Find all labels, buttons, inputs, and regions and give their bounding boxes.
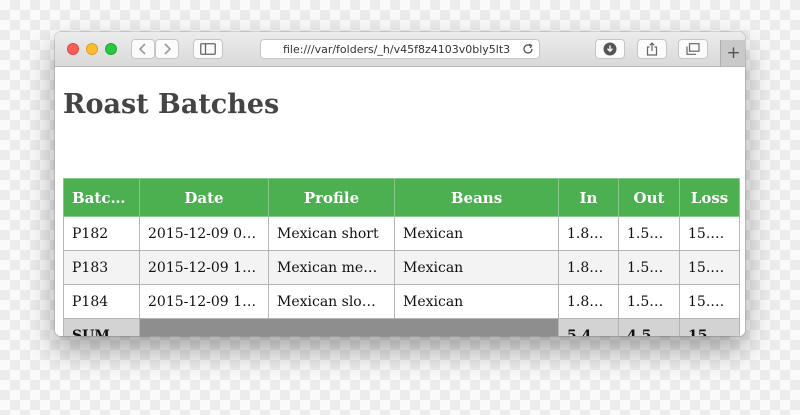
cell-loss: 15.2%	[679, 250, 740, 285]
back-button[interactable]	[131, 39, 155, 59]
cell-loss: 15.1%	[679, 216, 740, 251]
table-row[interactable]: P182 2015-12-09 09:57 Mexican short Mexi…	[63, 216, 740, 251]
share-icon	[646, 42, 658, 56]
cell-beans: Mexican	[394, 216, 559, 251]
downloads-button[interactable]	[595, 39, 625, 59]
column-header-date[interactable]: Date	[139, 178, 269, 217]
reload-icon	[523, 43, 533, 54]
minimize-window-button[interactable]	[86, 43, 98, 55]
batches-table: Batch Date Profile Beans In Out Loss P18…	[63, 178, 740, 336]
forward-button[interactable]	[155, 39, 179, 59]
cell-out: 1.52kg	[618, 284, 680, 319]
sum-loss: 15.3%	[679, 318, 740, 336]
sum-in: 5.40kg	[558, 318, 619, 336]
cell-out: 1.53kg	[618, 250, 680, 285]
cell-in: 1.80kg	[558, 250, 619, 285]
column-header-batch[interactable]: Batch	[63, 178, 140, 217]
cell-profile: Mexican slow/…	[268, 284, 395, 319]
table-row[interactable]: P184 2015-12-09 10:36 Mexican slow/… Mex…	[63, 284, 740, 319]
browser-window: file:///var/folders/_h/v45f8z4103v0bly5l…	[55, 32, 745, 336]
column-header-label: Batch	[72, 188, 122, 207]
browser-toolbar: file:///var/folders/_h/v45f8z4103v0bly5l…	[55, 32, 745, 67]
sidebar-button[interactable]	[193, 39, 223, 59]
sum-row: SUM 5.40kg 4.57kg 15.3%	[63, 318, 740, 336]
url-text: file:///var/folders/_h/v45f8z4103v0bly5l…	[283, 42, 511, 56]
plus-icon: +	[726, 43, 741, 63]
new-tab-button[interactable]: +	[720, 40, 745, 66]
cell-beans: Mexican	[394, 250, 559, 285]
cell-date: 2015-12-09 10:36	[139, 284, 269, 319]
column-header-loss[interactable]: Loss	[679, 178, 740, 217]
sort-descending-icon	[125, 195, 136, 202]
cell-date: 2015-12-09 10:14	[139, 250, 269, 285]
page-title: Roast Batches	[63, 89, 280, 120]
reload-button[interactable]	[522, 43, 534, 58]
cell-batch: P184	[63, 284, 140, 319]
show-tabs-button[interactable]	[678, 39, 708, 59]
address-bar[interactable]: file:///var/folders/_h/v45f8z4103v0bly5l…	[260, 39, 540, 59]
cell-beans: Mexican	[394, 284, 559, 319]
cell-out: 1.53kg	[618, 216, 680, 251]
column-header-beans[interactable]: Beans	[394, 178, 559, 217]
back-icon	[138, 43, 146, 55]
table-header-row: Batch Date Profile Beans In Out Loss	[63, 178, 740, 217]
cell-loss: 15.6%	[679, 284, 740, 319]
column-header-profile[interactable]: Profile	[268, 178, 395, 217]
page-content: Roast Batches Batch Date Profile Beans I…	[55, 67, 745, 336]
column-header-in[interactable]: In	[558, 178, 619, 217]
cell-date: 2015-12-09 09:57	[139, 216, 269, 251]
download-icon	[603, 42, 617, 56]
column-header-out[interactable]: Out	[618, 178, 680, 217]
cell-profile: Mexican medi…	[268, 250, 395, 285]
cell-profile: Mexican short	[268, 216, 395, 251]
share-button[interactable]	[637, 39, 667, 59]
cell-in: 1.80kg	[558, 284, 619, 319]
cell-batch: P182	[63, 216, 140, 251]
cell-batch: P183	[63, 250, 140, 285]
table-row[interactable]: P183 2015-12-09 10:14 Mexican medi… Mexi…	[63, 250, 740, 285]
close-window-button[interactable]	[67, 43, 79, 55]
sidebar-icon	[200, 43, 216, 55]
sum-out: 4.57kg	[618, 318, 680, 336]
cell-in: 1.80kg	[558, 216, 619, 251]
forward-icon	[164, 43, 172, 55]
zoom-window-button[interactable]	[105, 43, 117, 55]
sum-filler	[139, 318, 559, 336]
tabs-icon	[686, 43, 700, 55]
sum-label: SUM	[63, 318, 140, 336]
